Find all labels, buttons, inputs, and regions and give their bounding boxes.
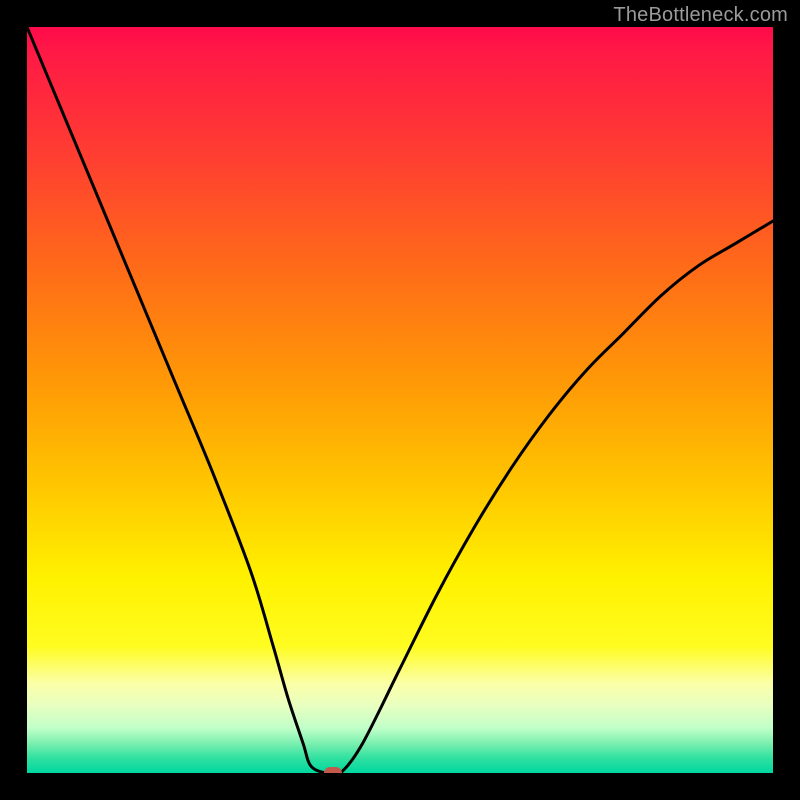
curve-svg <box>27 27 773 773</box>
bottleneck-curve-path <box>27 27 773 773</box>
plot-area <box>27 27 773 773</box>
watermark-text: TheBottleneck.com <box>613 4 788 27</box>
optimum-marker <box>324 767 342 773</box>
chart-stage: TheBottleneck.com <box>0 0 800 800</box>
